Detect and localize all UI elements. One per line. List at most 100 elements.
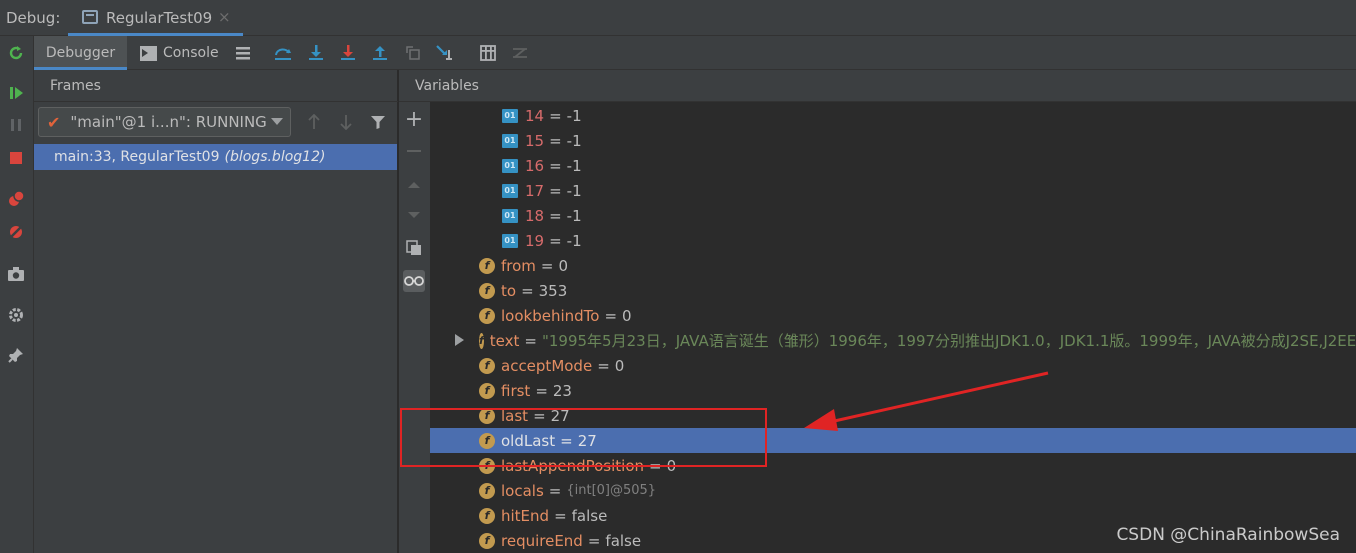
tab-debugger[interactable]: Debugger xyxy=(34,36,127,70)
rerun-icon[interactable] xyxy=(5,42,27,64)
variable-row[interactable]: 01 19 = -1 xyxy=(430,228,1356,253)
variable-name: lastAppendPosition xyxy=(501,456,645,475)
variable-name: from xyxy=(501,256,536,275)
equals-sign: = xyxy=(560,431,573,450)
variable-row[interactable]: f text = "1995年5月23日，JAVA语言诞生（雏形）1996年，1997… xyxy=(430,328,1356,353)
resume-icon[interactable] xyxy=(5,82,27,104)
variable-row[interactable]: f oldLast = 27 xyxy=(430,428,1356,453)
equals-sign: = xyxy=(535,381,548,400)
equals-sign: = xyxy=(604,306,618,325)
variable-value: 0 xyxy=(622,306,632,325)
variable-value: -1 xyxy=(566,181,582,200)
variable-name: to xyxy=(501,281,517,300)
debug-label: Debug: xyxy=(6,9,61,27)
step-out-icon[interactable] xyxy=(369,42,391,64)
run-to-cursor-icon[interactable] xyxy=(434,42,456,64)
pin-icon[interactable] xyxy=(5,344,27,366)
stack-frame-row[interactable]: main:33, RegularTest09 (blogs.blog12) xyxy=(34,144,397,170)
field-icon: f xyxy=(479,457,495,474)
array-index-icon: 01 xyxy=(502,183,518,198)
variable-value: -1 xyxy=(566,231,582,250)
evaluate-expression-icon[interactable] xyxy=(477,42,499,64)
remove-watch-icon[interactable] xyxy=(403,140,425,162)
equals-sign: = xyxy=(524,331,537,350)
equals-sign: = xyxy=(548,481,562,500)
array-index-icon: 01 xyxy=(502,133,518,148)
equals-sign: = xyxy=(540,256,554,275)
close-icon[interactable]: × xyxy=(218,8,231,26)
variable-row[interactable]: f locals = {int[0]@505} xyxy=(430,478,1356,503)
variable-row[interactable]: f acceptMode = 0 xyxy=(430,353,1356,378)
settings-icon[interactable] xyxy=(5,304,27,326)
arrow-down-icon[interactable] xyxy=(336,112,356,132)
pause-icon[interactable] xyxy=(5,114,27,136)
variables-header: Variables xyxy=(399,70,1356,102)
step-over-icon[interactable] xyxy=(272,42,294,64)
run-config-tab[interactable]: RegularTest09 × xyxy=(68,0,243,36)
variable-value: 353 xyxy=(538,281,568,300)
equals-sign: = xyxy=(554,506,567,525)
variable-row[interactable]: f last = 27 xyxy=(430,403,1356,428)
arrow-up-icon[interactable] xyxy=(304,112,324,132)
field-icon: f xyxy=(479,482,495,499)
equals-sign: = xyxy=(549,131,562,150)
equals-sign: = xyxy=(521,281,534,300)
equals-sign: = xyxy=(649,456,662,475)
camera-icon[interactable] xyxy=(5,263,27,285)
field-icon: f xyxy=(479,532,495,549)
variable-row[interactable]: f from = 0 xyxy=(430,253,1356,278)
move-up-icon[interactable] xyxy=(403,174,425,196)
drop-frame-icon[interactable] xyxy=(402,42,424,64)
variables-tree: 01 14 = -1 01 15 = -1 01 16 = -1 01 17 = -1 01 18 = -1 01 19 =… xyxy=(430,102,1356,553)
debug-left-toolbar xyxy=(0,36,34,553)
mute-breakpoints-icon[interactable] xyxy=(5,221,27,243)
trace-icon[interactable] xyxy=(509,42,531,64)
stop-icon[interactable] xyxy=(5,147,27,169)
field-icon: f xyxy=(479,407,495,424)
duplicate-watch-icon[interactable] xyxy=(403,237,425,259)
variable-value: 0 xyxy=(558,256,569,275)
equals-sign: = xyxy=(549,231,562,250)
variable-row[interactable]: 01 18 = -1 xyxy=(430,203,1356,228)
variable-name: lookbehindTo xyxy=(501,306,600,325)
show-execution-point-icon[interactable] xyxy=(232,42,254,64)
variable-value: false xyxy=(571,506,608,525)
equals-sign: = xyxy=(549,156,562,175)
variable-row[interactable]: f to = 353 xyxy=(430,278,1356,303)
variable-row[interactable]: 01 14 = -1 xyxy=(430,103,1356,128)
variable-value: {int[0]@505} xyxy=(566,483,657,498)
running-check-icon: ✔ xyxy=(47,112,61,132)
field-icon: f xyxy=(479,432,495,449)
array-index-icon: 01 xyxy=(502,208,518,223)
equals-sign: = xyxy=(549,181,562,200)
move-down-icon[interactable] xyxy=(403,204,425,226)
tab-debugger-label: Debugger xyxy=(45,45,116,61)
tab-console[interactable]: Console xyxy=(140,36,219,70)
equals-sign: = xyxy=(587,531,601,550)
view-breakpoints-icon[interactable] xyxy=(5,188,27,210)
variable-row[interactable]: f lookbehindTo = 0 xyxy=(430,303,1356,328)
show-watches-icon[interactable] xyxy=(403,270,425,292)
variable-name: requireEnd xyxy=(501,531,583,550)
variable-value: -1 xyxy=(566,131,582,150)
variable-row[interactable]: f lastAppendPosition = 0 xyxy=(430,453,1356,478)
frames-panel: Frames ✔ "main"@1 i...n": RUNNING main:3… xyxy=(34,70,398,553)
variables-title: Variables xyxy=(415,78,479,94)
frame-package: (blogs.blog12) xyxy=(224,149,326,165)
filter-icon[interactable] xyxy=(368,112,388,132)
variable-row[interactable]: 01 16 = -1 xyxy=(430,153,1356,178)
thread-selector-dropdown[interactable]: ✔ "main"@1 i...n": RUNNING xyxy=(38,107,291,137)
add-watch-icon[interactable]: + xyxy=(403,107,425,132)
variable-row[interactable]: 01 17 = -1 xyxy=(430,178,1356,203)
field-icon: f xyxy=(479,307,495,324)
force-step-into-icon[interactable] xyxy=(337,42,359,64)
variable-name: 17 xyxy=(525,181,545,200)
variable-value: -1 xyxy=(566,156,582,175)
thread-selector-value: "main"@1 i...n": RUNNING xyxy=(70,113,267,131)
expand-arrow-icon[interactable] xyxy=(455,334,464,346)
variable-name: hitEnd xyxy=(501,506,550,525)
variable-row[interactable]: f first = 23 xyxy=(430,378,1356,403)
step-into-icon[interactable] xyxy=(305,42,327,64)
console-icon xyxy=(140,45,157,61)
variable-row[interactable]: 01 15 = -1 xyxy=(430,128,1356,153)
